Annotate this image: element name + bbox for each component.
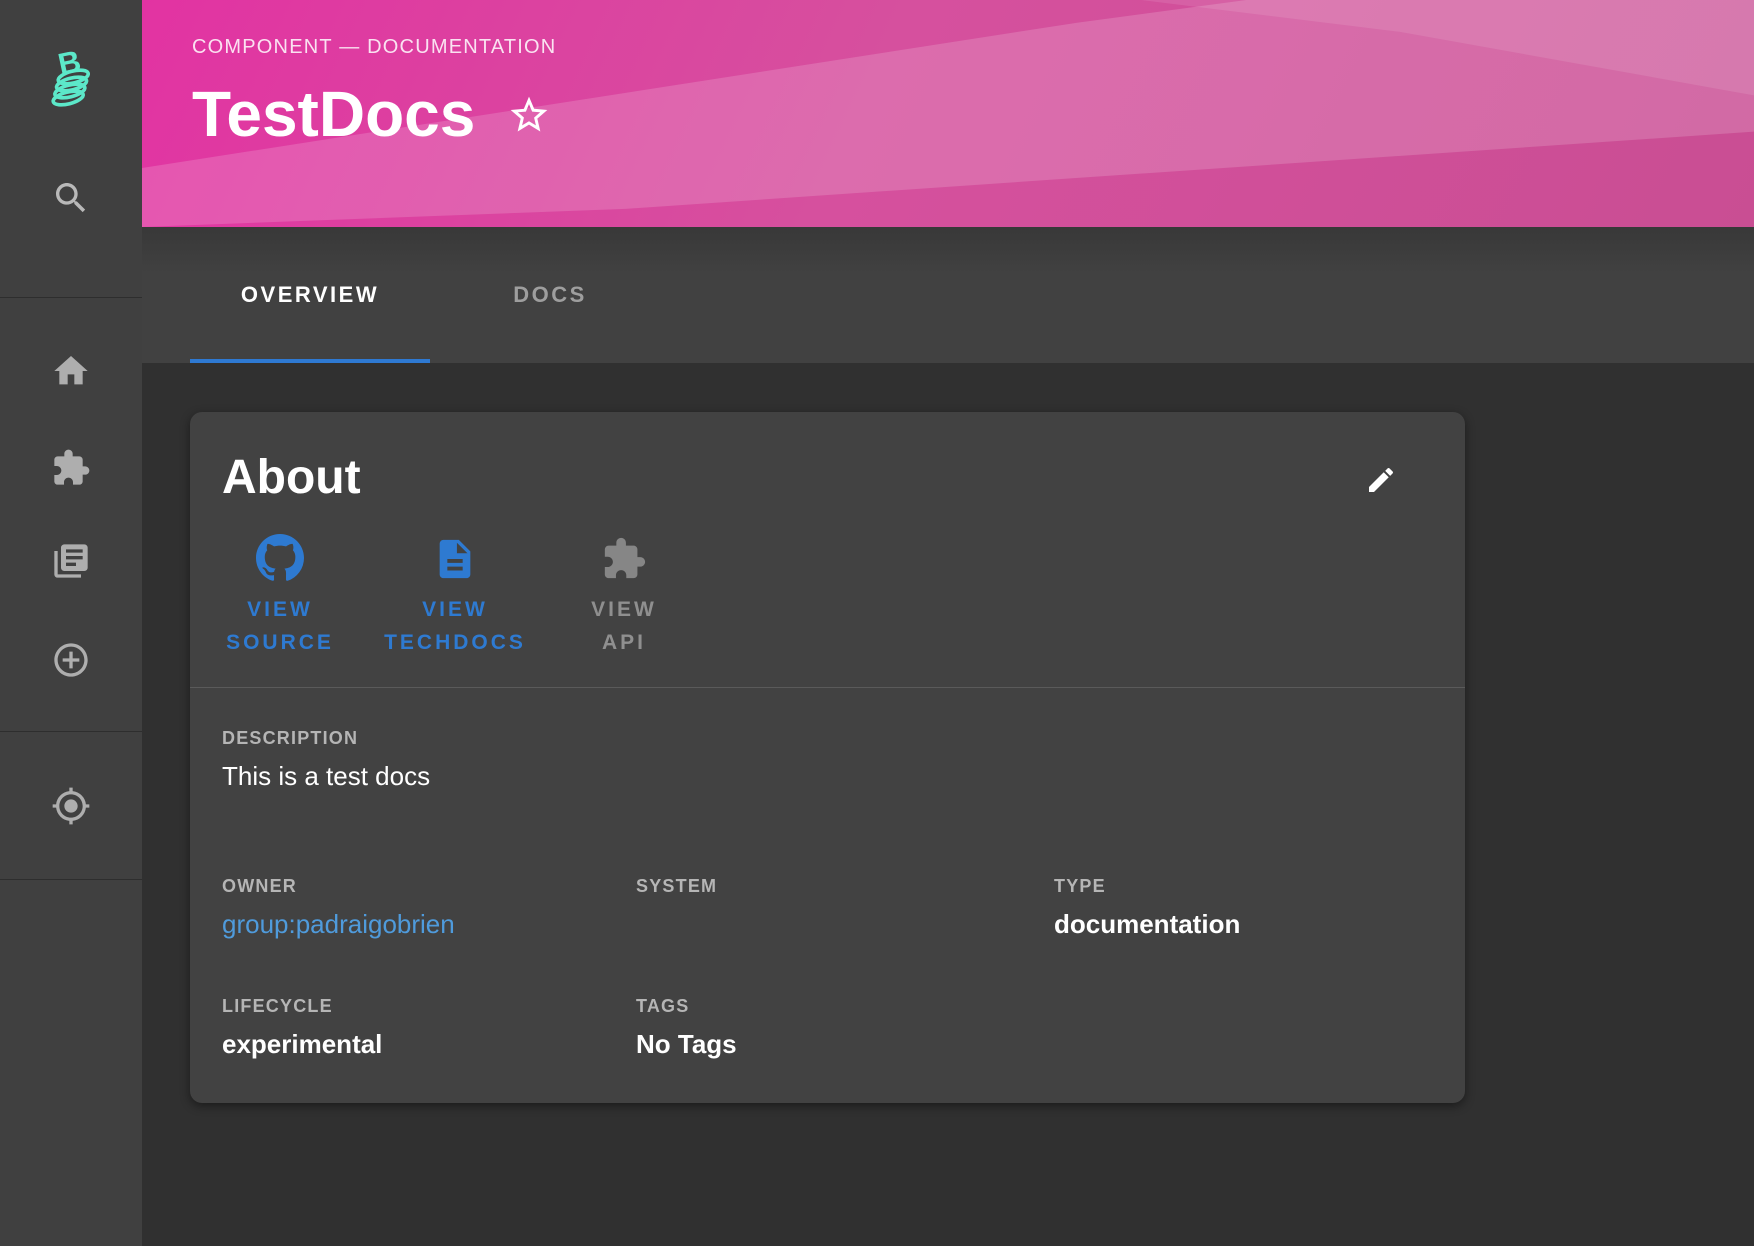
tags-field: TAGS No Tags	[636, 996, 1054, 1060]
view-source-button[interactable]: VIEW SOURCE	[222, 532, 338, 659]
entity-tabs: OVERVIEW DOCS	[142, 227, 1754, 363]
sidebar-item-create[interactable]	[47, 636, 95, 684]
view-techdocs-button[interactable]: VIEW TECHDOCS	[376, 532, 534, 659]
about-card-title: About	[222, 450, 361, 505]
view-source-label: VIEW SOURCE	[222, 594, 338, 659]
page-title: TestDocs	[192, 81, 475, 148]
home-icon	[51, 351, 91, 391]
backstage-logo[interactable]: B	[43, 46, 99, 108]
type-label: TYPE	[1054, 876, 1433, 897]
sidebar-item-extensions[interactable]	[47, 444, 95, 492]
lifecycle-label: LIFECYCLE	[222, 996, 636, 1017]
sidebar-divider	[0, 879, 142, 880]
search-icon	[51, 178, 91, 218]
owner-label: OWNER	[222, 876, 636, 897]
type-field: TYPE documentation	[1054, 876, 1433, 940]
view-api-button: VIEW API	[574, 532, 674, 659]
tab-overview[interactable]: OVERVIEW	[190, 227, 430, 363]
description-value: This is a test docs	[222, 761, 1433, 792]
view-api-label: VIEW API	[574, 594, 674, 659]
empty-cell	[1054, 996, 1433, 1060]
owner-field: OWNER group:padraigobrien	[222, 876, 636, 940]
sidebar: B	[0, 0, 142, 1246]
tags-value: No Tags	[636, 1029, 1054, 1060]
add-circle-icon	[51, 640, 91, 680]
tab-overview-label: OVERVIEW	[241, 282, 379, 308]
type-value: documentation	[1054, 909, 1433, 940]
lifecycle-value: experimental	[222, 1029, 636, 1060]
sidebar-search-button[interactable]	[47, 174, 95, 222]
content-area: About VIEW SOURCE VIEW TECHDOCS	[142, 363, 1754, 1246]
view-techdocs-label: VIEW TECHDOCS	[376, 594, 534, 659]
edit-pencil-icon	[1365, 464, 1397, 496]
puzzle-icon	[51, 448, 91, 488]
sidebar-item-home[interactable]	[47, 347, 95, 395]
lifecycle-field: LIFECYCLE experimental	[222, 996, 636, 1060]
edit-metadata-button[interactable]	[1355, 454, 1407, 506]
document-icon	[432, 532, 478, 582]
sidebar-item-locate[interactable]	[47, 782, 95, 830]
github-icon	[256, 532, 304, 582]
sidebar-divider	[0, 731, 142, 732]
entity-header: COMPONENT — DOCUMENTATION TestDocs	[142, 0, 1754, 227]
system-label: SYSTEM	[636, 876, 1054, 897]
puzzle-icon	[601, 532, 647, 582]
tab-docs[interactable]: DOCS	[430, 227, 670, 363]
description-label: DESCRIPTION	[222, 728, 1433, 749]
star-outline-icon	[507, 93, 551, 137]
favorite-button[interactable]	[505, 91, 553, 139]
backstage-logo-icon: B	[43, 46, 99, 108]
sidebar-item-docs[interactable]	[47, 537, 95, 585]
about-card: About VIEW SOURCE VIEW TECHDOCS	[190, 412, 1465, 1103]
tab-docs-label: DOCS	[513, 282, 587, 308]
my-location-icon	[51, 786, 91, 826]
breadcrumb: COMPONENT — DOCUMENTATION	[192, 36, 556, 59]
owner-link[interactable]: group:padraigobrien	[222, 909, 636, 940]
system-field: SYSTEM	[636, 876, 1054, 940]
library-books-icon	[51, 541, 91, 581]
tags-label: TAGS	[636, 996, 1054, 1017]
sidebar-divider	[0, 297, 142, 298]
